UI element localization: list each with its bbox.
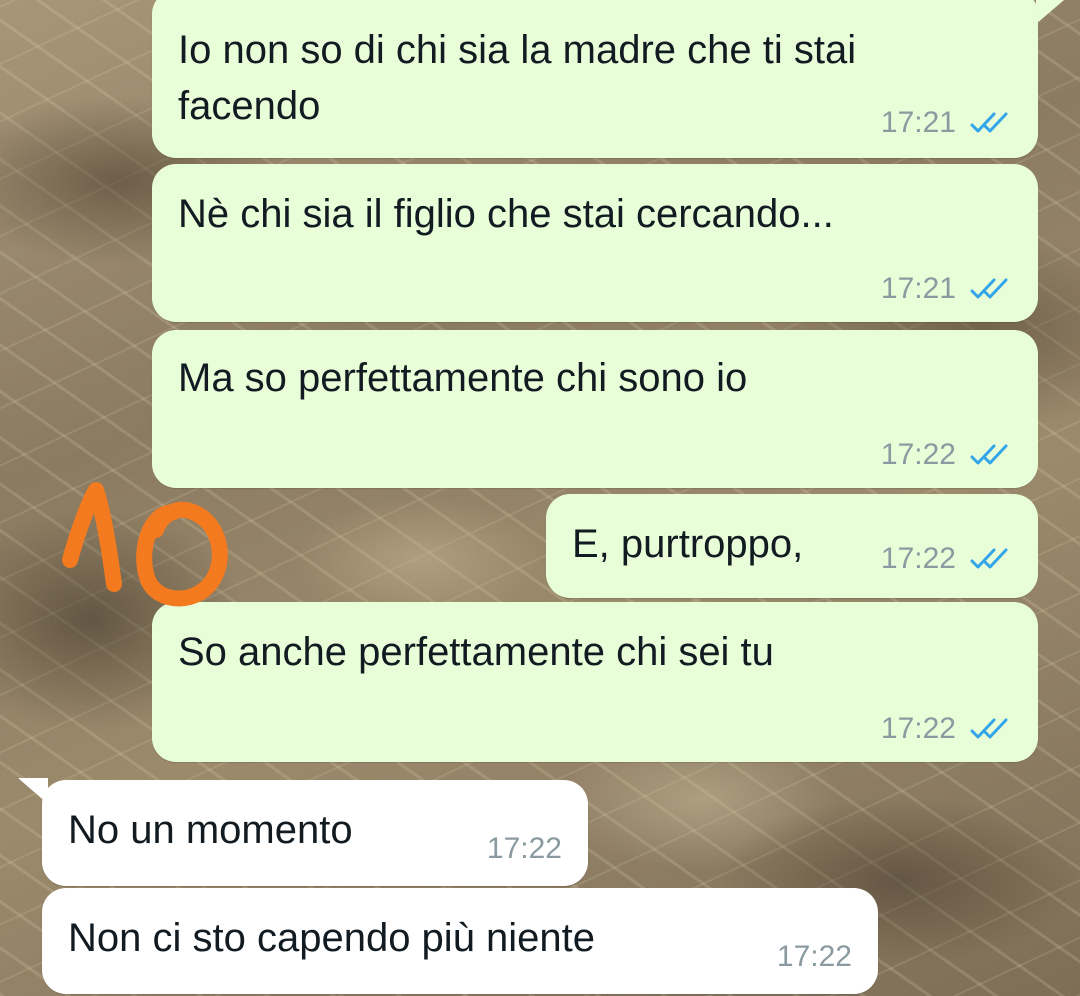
message-text: So anche perfettamente chi sei tu [178, 630, 774, 674]
message-bubble-incoming[interactable]: No un momento 17:22 [42, 780, 588, 886]
message-bubble-outgoing[interactable]: E, purtroppo, 17:22 [546, 494, 1038, 598]
message-meta: 17:22 [881, 712, 1012, 746]
message-text: Non ci sto capendo più niente [68, 916, 596, 960]
message-time: 17:21 [880, 272, 956, 305]
message-time: 17:22 [880, 712, 956, 745]
message-meta: 17:22 [881, 542, 1012, 576]
bubble-tail [1036, 0, 1064, 24]
annotation-digit-one [62, 482, 122, 592]
message-time: 17:22 [776, 940, 852, 973]
read-ticks-icon [970, 548, 1008, 569]
message-bubble-outgoing[interactable]: Nè chi sia il figlio che stai cercando..… [152, 164, 1038, 322]
message-text: Ma so perfettamente chi sono io [178, 356, 748, 400]
message-time: 17:22 [880, 542, 956, 575]
message-meta: 17:21 [881, 106, 1012, 140]
message-meta: 17:22 [487, 832, 562, 866]
read-ticks-icon [970, 112, 1008, 133]
read-ticks-icon [970, 444, 1008, 465]
message-bubble-outgoing[interactable]: So anche perfettamente chi sei tu 17:22 [152, 602, 1038, 762]
message-meta: 17:21 [881, 272, 1012, 306]
message-text: Io non so di chi sia la madre che ti sta… [178, 28, 857, 128]
message-text: Nè chi sia il figlio che stai cercando..… [178, 192, 834, 236]
annotation-digit-zero [136, 501, 228, 607]
message-text: E, purtroppo, [572, 522, 804, 566]
message-time: 17:22 [486, 832, 562, 865]
message-meta: 17:22 [777, 940, 852, 974]
message-meta: 17:22 [881, 438, 1012, 472]
handwritten-annotation [62, 482, 228, 607]
message-time: 17:21 [880, 106, 956, 139]
message-bubble-outgoing[interactable]: Io non so di chi sia la madre che ti sta… [152, 0, 1038, 158]
message-time: 17:22 [880, 438, 956, 471]
read-ticks-icon [970, 278, 1008, 299]
read-ticks-icon [970, 718, 1008, 739]
message-text: No un momento [68, 808, 353, 852]
message-bubble-incoming[interactable]: Non ci sto capendo più niente 17:22 [42, 888, 878, 994]
message-bubble-outgoing[interactable]: Ma so perfettamente chi sono io 17:22 [152, 330, 1038, 488]
